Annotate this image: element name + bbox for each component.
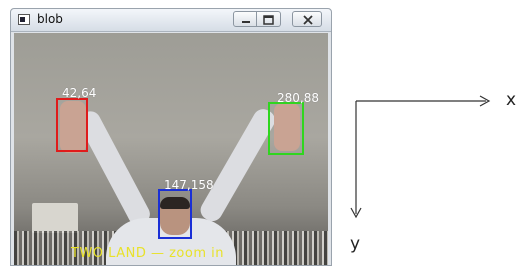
y-axis-label: y — [350, 234, 361, 254]
x-axis-label: x — [506, 90, 517, 110]
coordinate-axes — [350, 95, 491, 219]
